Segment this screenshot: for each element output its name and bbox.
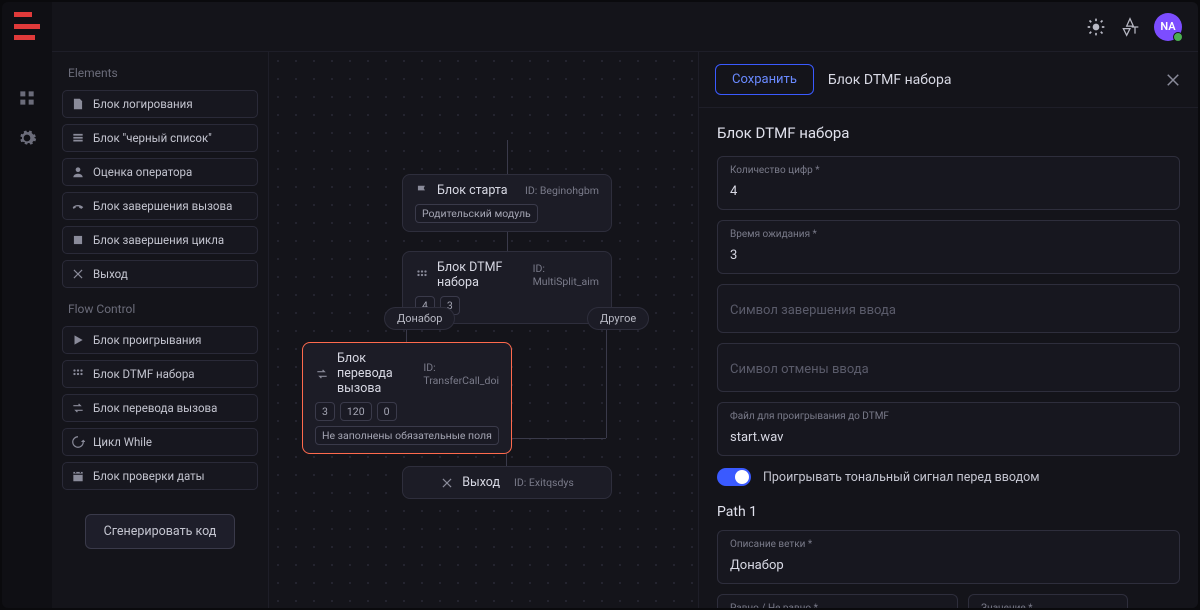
node-tag: 120: [340, 402, 372, 421]
branch-label-1[interactable]: Донабор: [384, 307, 455, 330]
node-start[interactable]: Блок старта ID: Beginohgbm Родительский …: [402, 174, 612, 232]
phone-end-icon: [71, 199, 85, 213]
element-datecheck[interactable]: Блок проверки даты: [62, 462, 258, 490]
field-label: Значение *: [981, 603, 1115, 608]
field-compare[interactable]: Равно / Не равно * Равен длине номера: [717, 594, 958, 608]
sun-icon[interactable]: [1086, 17, 1106, 37]
element-label: Блок DTMF набора: [93, 367, 195, 381]
node-id: ID: MultiSplit_aim: [533, 262, 599, 288]
element-label: Блок логирования: [93, 97, 193, 111]
panel-top-title: Блок DTMF набора: [828, 72, 952, 88]
field-branch-desc[interactable]: Описание ветки *: [717, 530, 1180, 584]
element-log[interactable]: Блок логирования: [62, 90, 258, 118]
node-id: ID: Exitqsdys: [514, 476, 574, 489]
element-exit[interactable]: Выход: [62, 260, 258, 288]
logo: [14, 12, 40, 40]
element-label: Блок перевода вызова: [93, 401, 217, 415]
node-title: Блок перевода вызова: [337, 351, 415, 396]
node-tag: Не заполнены обязательные поля: [315, 426, 499, 445]
field-label: Файл для проигрывания до DTMF: [730, 411, 1167, 422]
path-title: Path 1: [717, 504, 1180, 520]
language-icon[interactable]: [1120, 17, 1140, 37]
tone-toggle[interactable]: [717, 468, 751, 486]
element-label: Цикл While: [93, 435, 152, 449]
branch-label-2[interactable]: Другое: [587, 307, 649, 330]
section-title: Блок DTMF набора: [717, 124, 1180, 142]
element-label: Оценка оператора: [93, 165, 192, 179]
left-rail: [2, 2, 52, 608]
element-label: Блок завершения вызова: [93, 199, 232, 213]
elements-panel: Elements Блок логирования Блок "черный с…: [52, 52, 269, 608]
person-icon: [71, 165, 85, 179]
transfer-icon: [315, 367, 329, 381]
element-transfer[interactable]: Блок перевода вызова: [62, 394, 258, 422]
end-symbol-input[interactable]: [730, 303, 1167, 318]
top-bar: NA: [52, 2, 1198, 52]
stop-icon: [71, 233, 85, 247]
element-label: Блок проигрывания: [93, 333, 201, 347]
close-icon: [440, 476, 454, 490]
cancel-symbol-input[interactable]: [730, 362, 1167, 377]
field-end-symbol[interactable]: [717, 284, 1180, 333]
node-id: ID: TransferCall_doi: [423, 361, 499, 387]
calendar-icon: [71, 469, 85, 483]
wait-input[interactable]: [730, 248, 1167, 263]
element-while[interactable]: Цикл While: [62, 428, 258, 456]
node-title: Выход: [462, 475, 500, 490]
list-icon: [71, 131, 85, 145]
doc-icon: [71, 97, 85, 111]
avatar[interactable]: NA: [1154, 13, 1182, 41]
close-icon: [71, 267, 85, 281]
field-value[interactable]: Значение *: [968, 594, 1128, 608]
avatar-initials: NA: [1160, 20, 1175, 33]
generate-code-button[interactable]: Сгенерировать код: [85, 514, 236, 549]
apps-icon[interactable]: [17, 88, 37, 108]
toggle-label: Проигрывать тональный сигнал перед вводо…: [763, 470, 1040, 485]
node-tag: 0: [377, 402, 397, 421]
node-id: ID: Beginohgbm: [525, 184, 599, 197]
element-play[interactable]: Блок проигрывания: [62, 326, 258, 354]
field-wait[interactable]: Время ожидания *: [717, 220, 1180, 274]
field-label: Количество цифр *: [730, 165, 1167, 176]
element-blacklist[interactable]: Блок "черный список": [62, 124, 258, 152]
field-label: Описание ветки *: [730, 539, 1167, 550]
play-icon: [71, 333, 85, 347]
dial-icon: [71, 367, 85, 381]
node-tag: Родительский модуль: [415, 204, 538, 223]
file-input[interactable]: [730, 430, 1167, 445]
field-cancel-symbol[interactable]: [717, 343, 1180, 392]
node-exit[interactable]: Выход ID: Exitqsdys: [402, 466, 612, 499]
save-button[interactable]: Сохранить: [715, 64, 814, 95]
node-title: Блок старта: [437, 183, 508, 198]
dial-icon: [415, 268, 429, 282]
field-label: Время ожидания *: [730, 229, 1167, 240]
canvas[interactable]: Блок старта ID: Beginohgbm Родительский …: [269, 52, 698, 608]
node-tag: 3: [315, 402, 335, 421]
gear-icon[interactable]: [17, 128, 37, 148]
element-label: Выход: [93, 267, 128, 281]
digits-input[interactable]: [730, 184, 1167, 199]
flowcontrol-header: Flow Control: [62, 302, 258, 316]
loop-icon: [71, 435, 85, 449]
element-endcall[interactable]: Блок завершения вызова: [62, 192, 258, 220]
element-dtmf[interactable]: Блок DTMF набора: [62, 360, 258, 388]
field-file[interactable]: Файл для проигрывания до DTMF: [717, 402, 1180, 456]
field-digits[interactable]: Количество цифр *: [717, 156, 1180, 210]
generate-label: Сгенерировать код: [104, 524, 217, 539]
node-transfer[interactable]: Блок перевода вызова ID: TransferCall_do…: [302, 342, 512, 454]
field-label: Равно / Не равно *: [730, 603, 945, 608]
element-label: Блок завершения цикла: [93, 233, 224, 247]
element-label: Блок проверки даты: [93, 469, 205, 483]
element-label: Блок "черный список": [93, 131, 212, 145]
element-rating[interactable]: Оценка оператора: [62, 158, 258, 186]
close-icon[interactable]: [1164, 71, 1182, 89]
transfer-icon: [71, 401, 85, 415]
element-endloop[interactable]: Блок завершения цикла: [62, 226, 258, 254]
node-title: Блок DTMF набора: [437, 260, 525, 290]
side-panel: Сохранить Блок DTMF набора Блок DTMF наб…: [698, 52, 1198, 608]
elements-header: Elements: [62, 66, 258, 80]
branch-desc-input[interactable]: [730, 558, 1167, 573]
flag-icon: [415, 184, 429, 198]
